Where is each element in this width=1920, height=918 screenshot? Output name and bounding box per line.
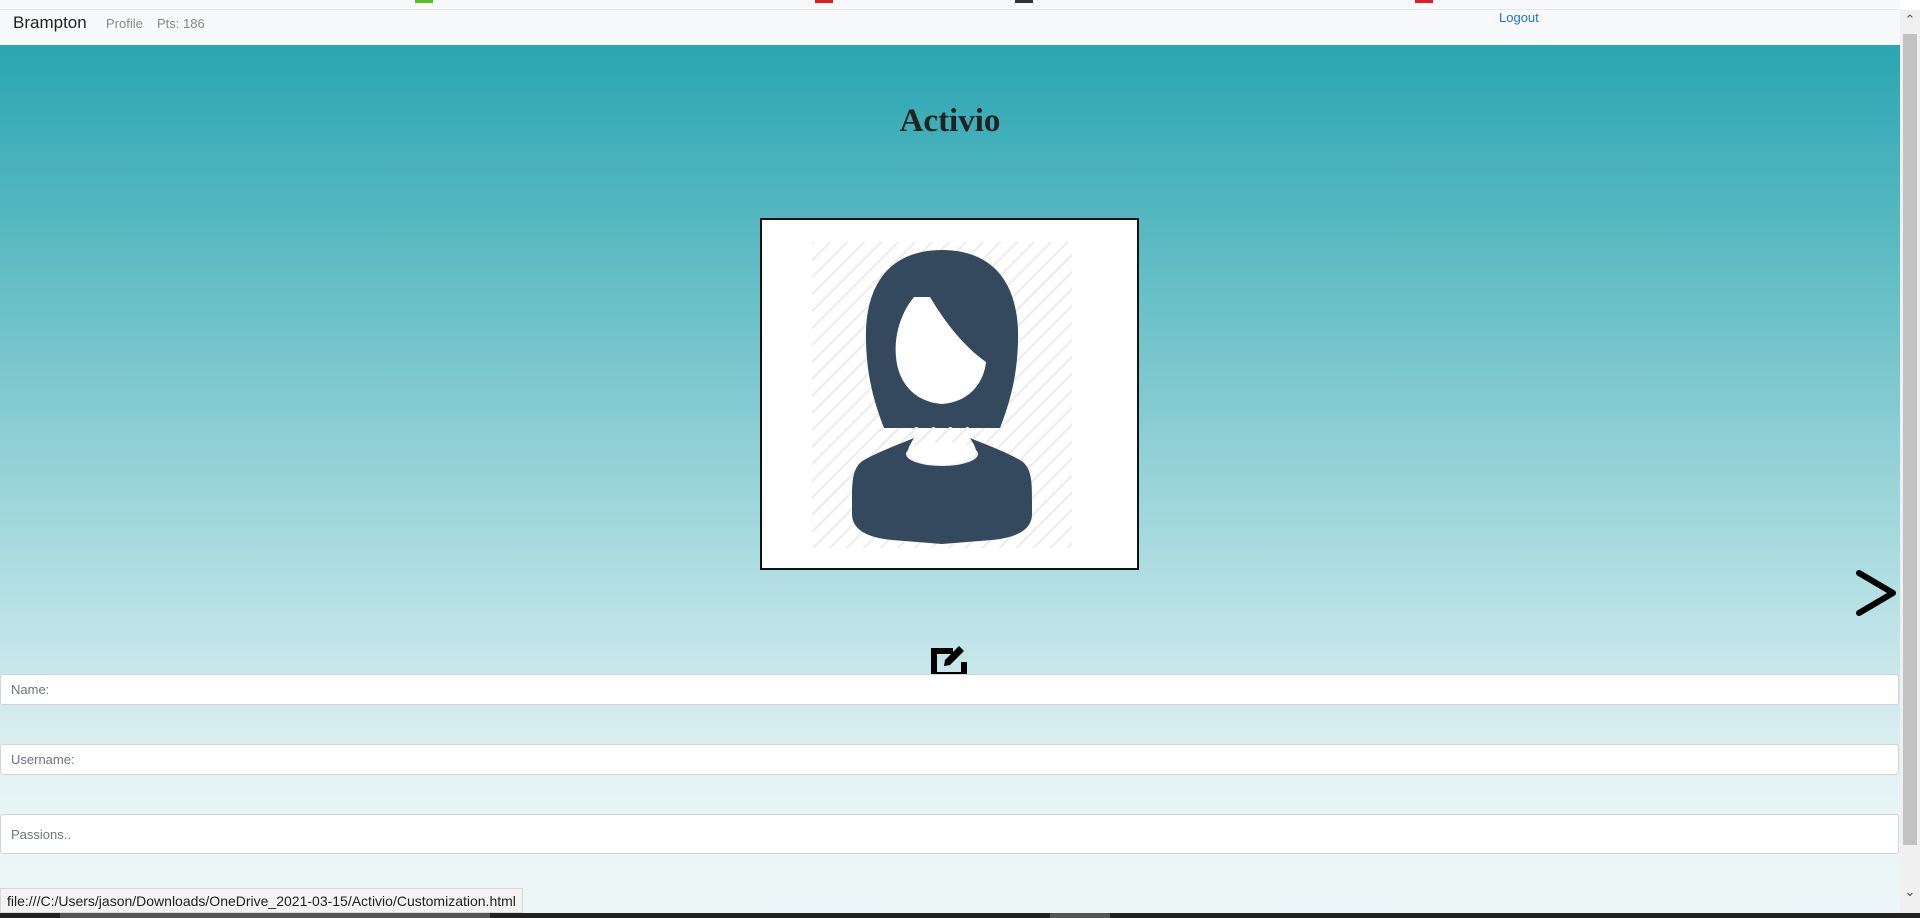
vertical-scrollbar[interactable]: ⌃ ⌄: [1900, 10, 1920, 918]
top-navbar: Brampton Profile Pts: 186 Logout: [0, 10, 1900, 45]
passions-field[interactable]: [0, 814, 1899, 854]
name-field[interactable]: [0, 674, 1899, 705]
points-counter: Pts: 186: [157, 16, 205, 31]
bookmark-icon[interactable]: [1415, 0, 1433, 3]
scroll-down-icon[interactable]: ⌄: [1900, 882, 1920, 902]
app-title: Activio: [899, 103, 1001, 139]
scroll-thumb[interactable]: [1903, 34, 1917, 845]
username-field[interactable]: [0, 744, 1899, 775]
avatar-female-icon: [812, 242, 1072, 548]
bookmarks-strip: [0, 0, 1900, 10]
taskbar-edge: [0, 913, 1920, 918]
chevron-right-icon[interactable]: [1855, 567, 1899, 619]
brand-link[interactable]: Brampton: [13, 13, 87, 33]
bookmark-icon[interactable]: [1015, 0, 1033, 3]
scroll-up-icon[interactable]: ⌃: [1900, 10, 1920, 30]
taskbar-segment: [60, 913, 490, 918]
bookmark-icon[interactable]: [415, 0, 433, 3]
nav-profile-link[interactable]: Profile: [106, 16, 143, 31]
status-url-tooltip: file:///C:/Users/jason/Downloads/OneDriv…: [0, 888, 523, 913]
logout-link[interactable]: Logout: [1499, 10, 1539, 25]
avatar-frame: [760, 218, 1139, 570]
bookmark-icon[interactable]: [815, 0, 833, 3]
profile-customization-panel: Activio: [0, 45, 1900, 918]
taskbar-segment: [1050, 913, 1110, 918]
